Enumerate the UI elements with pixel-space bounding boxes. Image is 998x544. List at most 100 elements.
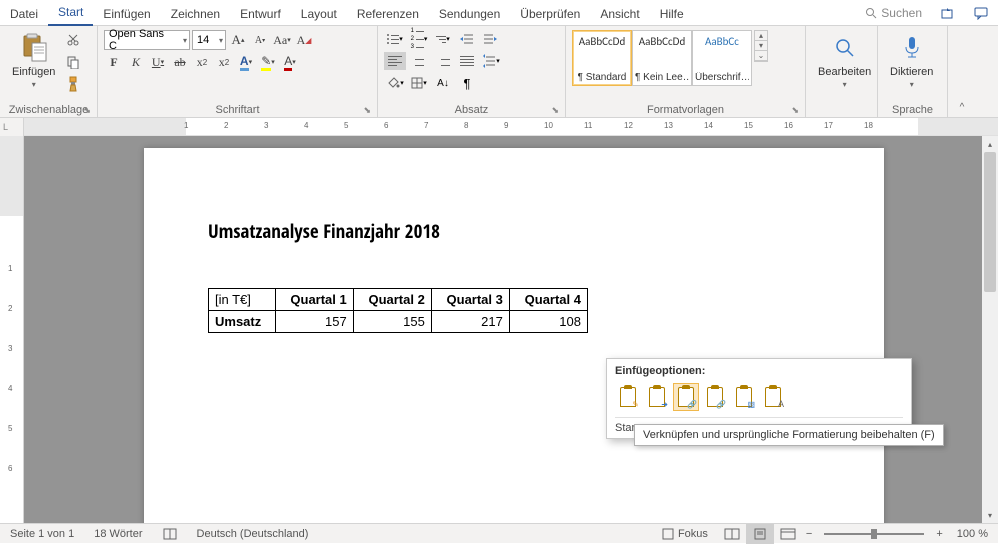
align-center-button[interactable]: [408, 52, 430, 70]
font-color-button[interactable]: A▾: [280, 52, 300, 72]
tab-zeichnen[interactable]: Zeichnen: [161, 3, 230, 26]
underline-button[interactable]: U▾: [148, 52, 168, 72]
superscript-button[interactable]: x2: [214, 52, 234, 72]
scroll-down-icon[interactable]: ▾: [982, 507, 998, 523]
multilevel-button[interactable]: ▾: [432, 30, 454, 48]
paste-text-only-button[interactable]: A: [760, 383, 786, 411]
styles-gallery-nav[interactable]: ▴ ▾ ⌄: [754, 30, 768, 62]
launcher-icon[interactable]: ⬊: [83, 105, 91, 116]
scroll-up-icon[interactable]: ▴: [982, 136, 998, 152]
share-button[interactable]: [930, 1, 964, 25]
table-header: Quartal 2: [353, 289, 431, 311]
paste-label: Einfügen: [12, 66, 55, 78]
zoom-in-button[interactable]: +: [932, 528, 946, 540]
zoom-slider[interactable]: [824, 533, 924, 535]
page[interactable]: Umsatzanalyse Finanzjahr 2018 [in T€] Qu…: [144, 148, 884, 523]
comment-icon: [974, 6, 988, 20]
chevron-up-icon[interactable]: ▴: [755, 31, 767, 41]
tab-ansicht[interactable]: Ansicht: [590, 3, 649, 26]
bucket-icon: [386, 76, 400, 90]
paste-keep-source-button[interactable]: ✎: [615, 383, 641, 411]
paste-picture-button[interactable]: ▧: [731, 383, 757, 411]
shading-button[interactable]: ▾: [384, 74, 406, 92]
tab-datei[interactable]: Datei: [0, 3, 48, 26]
status-spellcheck[interactable]: [153, 527, 187, 541]
tab-hilfe[interactable]: Hilfe: [650, 3, 694, 26]
strike-button[interactable]: ab: [170, 52, 190, 72]
share-icon: [940, 6, 954, 20]
tab-überprüfen[interactable]: Überprüfen: [510, 3, 590, 26]
zoom-level[interactable]: 100 %: [947, 528, 998, 540]
highlight-button[interactable]: ✎▾: [258, 52, 278, 72]
font-name-combo[interactable]: Open Sans C: [104, 30, 190, 50]
show-marks-button[interactable]: ¶: [456, 74, 478, 92]
status-page[interactable]: Seite 1 von 1: [0, 528, 84, 540]
comments-button[interactable]: [964, 1, 998, 25]
focus-mode-button[interactable]: Fokus: [652, 528, 718, 540]
justify-button[interactable]: [456, 52, 478, 70]
font-size-combo[interactable]: 14: [192, 30, 226, 50]
launcher-icon[interactable]: ⬊: [551, 105, 559, 116]
clear-format-button[interactable]: A◢: [294, 30, 314, 50]
group-styles: AaBbCcDd¶ StandardAaBbCcDd¶ Kein Lee…AaB…: [566, 26, 806, 117]
paste-icon: [18, 32, 50, 64]
read-mode-button[interactable]: [718, 524, 746, 544]
change-case-button[interactable]: Aa▾: [272, 30, 292, 50]
zoom-out-button[interactable]: −: [802, 528, 816, 540]
cut-button[interactable]: [63, 30, 83, 50]
launcher-icon[interactable]: ⬊: [363, 105, 371, 116]
shrink-font-button[interactable]: A▾: [250, 30, 270, 50]
copy-button[interactable]: [63, 52, 83, 72]
borders-button[interactable]: ▾: [408, 74, 430, 92]
increase-indent-button[interactable]: [480, 30, 502, 48]
subscript-button[interactable]: x2: [192, 52, 212, 72]
status-words[interactable]: 18 Wörter: [84, 528, 152, 540]
italic-button[interactable]: K: [126, 52, 146, 72]
style-card[interactable]: AaBbCcÜberschrif…: [692, 30, 752, 86]
mic-icon: [896, 32, 928, 64]
group-label-styles: Formatvorlagen: [647, 104, 724, 116]
ruler-horizontal[interactable]: L 123456789101112131415161718: [0, 118, 998, 136]
style-card[interactable]: AaBbCcDd¶ Standard: [572, 30, 632, 86]
scrollbar-vertical[interactable]: ▴ ▾: [982, 136, 998, 523]
tell-me-search[interactable]: Suchen: [857, 6, 930, 20]
bold-button[interactable]: F: [104, 52, 124, 72]
style-card[interactable]: AaBbCcDd¶ Kein Lee…: [632, 30, 692, 86]
tab-start[interactable]: Start: [48, 1, 93, 26]
paste-use-dest-button[interactable]: ➜: [644, 383, 670, 411]
numbering-button[interactable]: 123▾: [408, 30, 430, 48]
copy-icon: [66, 55, 80, 69]
align-right-button[interactable]: [432, 52, 454, 70]
bullets-button[interactable]: ▾: [384, 30, 406, 48]
paste-link-keep-source-button[interactable]: 🔗: [673, 383, 699, 411]
sort-button[interactable]: A↓: [432, 74, 454, 92]
tab-layout[interactable]: Layout: [291, 3, 347, 26]
align-left-button[interactable]: [384, 52, 406, 70]
print-layout-button[interactable]: [746, 524, 774, 544]
web-layout-button[interactable]: [774, 524, 802, 544]
table-header: Quartal 4: [509, 289, 587, 311]
tab-sendungen[interactable]: Sendungen: [429, 3, 510, 26]
collapse-ribbon[interactable]: ^: [948, 26, 976, 117]
tab-einfügen[interactable]: Einfügen: [93, 3, 160, 26]
decrease-indent-button[interactable]: [456, 30, 478, 48]
chevron-down-icon[interactable]: ▾: [755, 41, 767, 51]
group-label-voice: Sprache: [892, 104, 933, 116]
paste-link-use-dest-button[interactable]: 🔗: [702, 383, 728, 411]
group-label-clipboard: Zwischenablage: [9, 104, 89, 116]
launcher-icon[interactable]: ⬊: [791, 105, 799, 116]
tab-referenzen[interactable]: Referenzen: [347, 3, 429, 26]
ruler-vertical[interactable]: 1 2 3 4 5 6: [0, 136, 24, 523]
dictate-button[interactable]: Diktieren ▾: [884, 30, 939, 91]
editing-button[interactable]: Bearbeiten ▾: [812, 30, 877, 91]
scroll-thumb[interactable]: [984, 152, 996, 292]
group-clipboard: Einfügen ▾ Zwischenablage⬊: [0, 26, 98, 117]
status-language[interactable]: Deutsch (Deutschland): [187, 528, 319, 540]
expand-icon[interactable]: ⌄: [755, 51, 767, 61]
grow-font-button[interactable]: A▴: [228, 30, 248, 50]
text-effects-button[interactable]: A▾: [236, 52, 256, 72]
line-spacing-button[interactable]: ▾: [480, 52, 502, 70]
tab-entwurf[interactable]: Entwurf: [230, 3, 291, 26]
format-painter-button[interactable]: [63, 74, 83, 94]
paste-button[interactable]: Einfügen ▾: [6, 30, 61, 91]
